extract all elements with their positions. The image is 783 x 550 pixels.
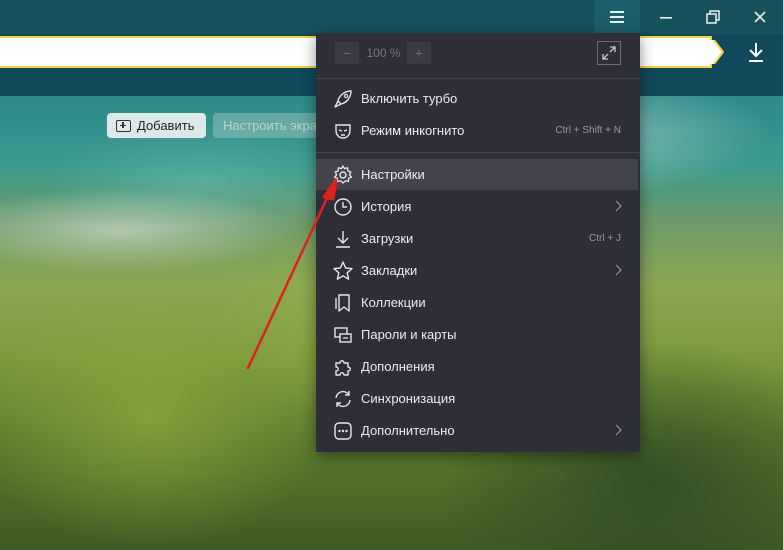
menu-divider [316, 78, 640, 79]
menu-item-incognito[interactable]: Режим инкогнито Ctrl + Shift + N [316, 115, 640, 146]
menu-item-bookmarks[interactable]: Закладки [316, 255, 640, 286]
customize-button-label: Настроить экра [223, 118, 317, 133]
menu-item-sync[interactable]: Синхронизация [316, 383, 640, 414]
incognito-mask-icon [332, 120, 354, 142]
fullscreen-button[interactable] [597, 41, 621, 65]
zoom-level: 100 % [366, 46, 401, 60]
menu-item-label: Пароли и карты [361, 327, 457, 342]
rocket-icon [332, 88, 354, 110]
star-icon [332, 260, 354, 282]
chevron-right-icon [615, 264, 622, 276]
menu-divider [316, 152, 640, 153]
menu-item-downloads[interactable]: Загрузки Ctrl + J [316, 223, 640, 254]
zoom-in-button[interactable]: + [407, 42, 431, 64]
main-menu-button[interactable] [594, 0, 640, 34]
menu-item-history[interactable]: История [316, 191, 640, 222]
menu-item-more[interactable]: Дополнительно [316, 415, 640, 446]
close-button[interactable] [737, 0, 783, 34]
menu-item-label: Закладки [361, 263, 418, 278]
chevron-right-icon [615, 424, 622, 436]
customize-screen-button[interactable]: Настроить экра [213, 113, 323, 138]
sync-icon [332, 388, 354, 410]
menu-item-passwords[interactable]: Пароли и карты [316, 319, 640, 350]
download-icon [332, 228, 354, 250]
menu-item-extensions[interactable]: Дополнения [316, 351, 640, 382]
restore-button[interactable] [690, 0, 736, 34]
address-bar-go-arrow[interactable] [706, 40, 724, 64]
zoom-controls: − 100 % + [316, 33, 640, 71]
download-icon [749, 43, 763, 62]
add-tile-button[interactable]: Добавить [107, 113, 206, 138]
menu-item-label: Режим инкогнито [361, 123, 465, 138]
menu-item-label: Дополнения [361, 359, 435, 374]
puzzle-icon [332, 356, 354, 378]
zoom-out-button[interactable]: − [335, 42, 359, 64]
menu-item-shortcut: Ctrl + J [589, 233, 621, 244]
menu-item-label: Включить турбо [361, 91, 458, 106]
menu-item-label: Настройки [361, 167, 425, 182]
restore-icon [706, 10, 720, 24]
add-button-label: Добавить [137, 118, 195, 133]
menu-item-collections[interactable]: Коллекции [316, 287, 640, 318]
menu-item-label: Синхронизация [361, 391, 456, 406]
menu-item-label: Дополнительно [361, 423, 455, 438]
downloads-button[interactable] [738, 36, 774, 68]
more-dots-icon [332, 420, 354, 442]
fullscreen-icon [602, 46, 616, 60]
gear-icon [332, 164, 354, 186]
hamburger-icon [610, 11, 624, 23]
menu-item-label: Коллекции [361, 295, 426, 310]
chevron-right-icon [615, 200, 622, 212]
menu-item-label: История [361, 199, 412, 214]
add-square-icon [116, 119, 131, 132]
minimize-button[interactable] [643, 0, 689, 34]
title-bar [0, 0, 783, 34]
menu-item-shortcut: Ctrl + Shift + N [555, 125, 621, 136]
key-card-icon [332, 324, 354, 346]
main-menu: − 100 % + Включить турбо Режим инкогнито… [316, 33, 640, 452]
clock-icon [332, 196, 354, 218]
menu-item-settings[interactable]: Настройки [316, 159, 638, 190]
menu-item-label: Загрузки [361, 231, 414, 246]
collections-icon [332, 292, 354, 314]
minimize-icon [660, 17, 672, 19]
menu-item-turbo[interactable]: Включить турбо [316, 83, 640, 114]
close-icon [754, 11, 766, 23]
